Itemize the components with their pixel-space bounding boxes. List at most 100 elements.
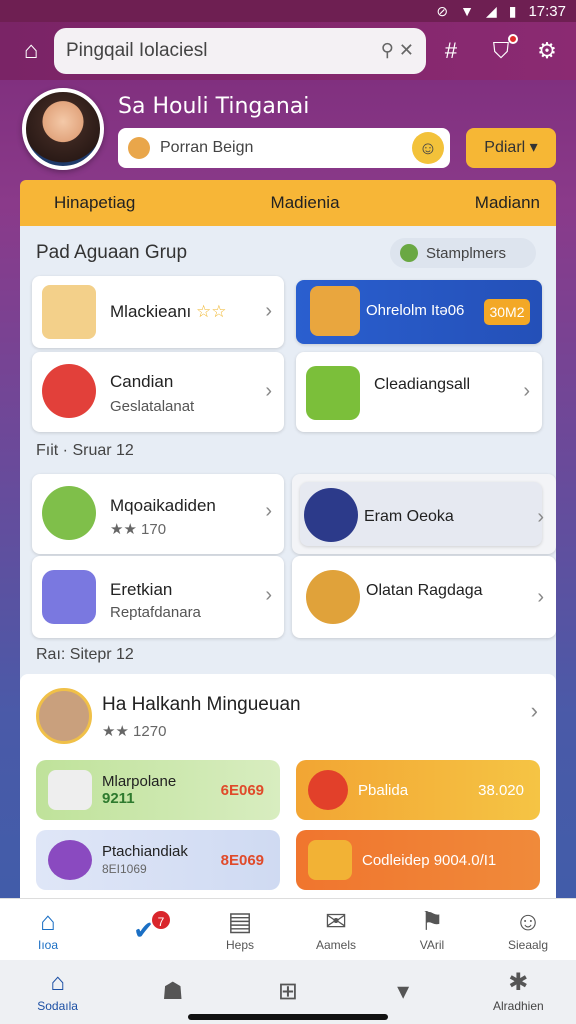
tab-2[interactable]: Madienia [271, 193, 340, 213]
chevron-right-icon: › [530, 698, 538, 723]
featured-subtitle: ★★ 1270 [102, 723, 167, 740]
tab-1[interactable]: Hinapetiag [54, 193, 135, 213]
dropdown-label: Pdiarl [484, 139, 526, 156]
list-item[interactable]: Eretkian Reptafdanara › [32, 556, 284, 638]
nav-item-mail[interactable]: ✉ Aamels [288, 906, 384, 954]
promo-title: Ptachiandiak 8EI1069 [102, 843, 188, 876]
bag-icon: ☗ [162, 978, 184, 1005]
promo-value: 38.020 [478, 781, 524, 799]
dice-icon [42, 570, 96, 624]
nav-item-profile[interactable]: ☺ Sieaalg [480, 906, 576, 954]
chevron-right-icon: › [537, 586, 544, 608]
card-title: Cleadiangsall [374, 376, 471, 393]
avatar[interactable] [22, 88, 104, 170]
list-item[interactable]: Candian Geslatalanat › [32, 352, 284, 432]
card-title: Mqoaikadiden [110, 496, 216, 515]
home-icon: ⌂ [50, 969, 65, 996]
battery-icon: ▮ [508, 2, 517, 19]
chevron-right-icon: › [265, 584, 272, 606]
promo-card[interactable]: Pbalida 38.020 [296, 760, 540, 820]
shield-icon: ⛉ [492, 38, 510, 63]
card-title: Eram Oeoka [364, 508, 454, 525]
wifi-icon: ▼ [460, 3, 474, 19]
promo-title: Mlarpolane 9211 [102, 773, 177, 807]
home-button[interactable]: ⌂ [16, 36, 46, 66]
promo-title: Pbalida [358, 781, 409, 799]
document-icon: ▤ [227, 905, 253, 936]
settings-button[interactable]: ⚙ [532, 36, 562, 66]
card-title: Olatan Ragdaga [366, 582, 483, 599]
plus-icon: ⊞ [277, 978, 299, 1005]
pill-label: Stamplmers [426, 244, 507, 262]
promo-value: 6E069 [220, 781, 264, 799]
nav-item-bookmark[interactable]: ⚑ VAril [384, 906, 480, 954]
section-title: Fıit · Sruar 12 [36, 442, 134, 459]
pot-icon [306, 570, 360, 624]
notification-dot [508, 34, 518, 44]
star-icon [304, 488, 358, 542]
card-subtitle: ★★ 170 [110, 521, 167, 538]
search-icon[interactable]: ⚲ [381, 40, 394, 60]
notification-off-icon: ⊘ [436, 2, 449, 19]
signal-icon: ◢ [485, 2, 497, 19]
grid-button[interactable]: # [436, 36, 466, 66]
sys-item-add[interactable]: ⊞ [238, 978, 338, 1006]
sys-item-bag[interactable]: ☗ [123, 978, 223, 1006]
sys-item-messages[interactable]: ▾ [353, 978, 453, 1006]
search-input[interactable]: Pingqail Iolaciesl ⚲ ✕ [54, 28, 426, 74]
featured-card[interactable]: Ha Halkanh Mingueuan ★★ 1270 › Mlarpolan… [20, 674, 556, 898]
top-bar: ⌂ Pingqail Iolaciesl ⚲ ✕ # ⛉ ⚙ [0, 22, 576, 80]
card-subtitle: Reptafdanara [110, 604, 201, 621]
chest-icon [308, 840, 352, 880]
list-item[interactable]: Cleadiangsall › [296, 352, 542, 432]
smiley-icon[interactable]: ☺ [412, 132, 444, 164]
chevron-right-icon: › [265, 500, 272, 522]
avatar [36, 688, 92, 744]
profile-dropdown[interactable]: Pdiarl ▾ [466, 128, 556, 168]
promo-card[interactable]: Mlarpolane 9211 6E069 [36, 760, 280, 820]
sys-item-settings[interactable]: ✱ Alradhien [468, 969, 568, 1015]
list-item[interactable]: Eram Oeoka › [292, 474, 556, 554]
sys-item-home[interactable]: ⌂ Sodaıla [8, 969, 108, 1015]
gift-icon [42, 364, 96, 418]
tab-bar: Hinapetiag Madienia Madiann [20, 180, 556, 226]
chevron-down-icon: ▾ [529, 139, 538, 156]
shield-button[interactable]: ⛉ [486, 34, 518, 66]
list-item[interactable]: Mqoaikadiden ★★ 170 › [32, 474, 284, 554]
chevron-right-icon: › [265, 380, 272, 402]
gift-icon [48, 840, 92, 880]
nav-item-badges[interactable]: ✔ 7 [96, 908, 192, 945]
list-item[interactable]: Olatan Ragdaga › [292, 556, 556, 638]
list-item[interactable]: Ohrelolm Itə06 30M2 [296, 280, 542, 344]
chevron-right-icon: › [537, 506, 544, 528]
card-title: Eretkian [110, 580, 173, 599]
promo-card[interactable]: Ptachiandiak 8EI1069 8E069 [36, 830, 280, 890]
hash-icon: # [444, 38, 458, 63]
gear-icon: ⚙ [537, 38, 557, 63]
nav-item-home[interactable]: ⌂ Iıoa [0, 906, 96, 954]
status-bar: ⊘ ▼ ◢ ▮ 17:37 [0, 0, 576, 22]
search-value: Pingqail Iolaciesl [66, 40, 208, 61]
main-content: Pad Aguaan Grup Stamplmers Mlackieanı ☆☆… [20, 226, 556, 898]
promo-card[interactable]: Codleidep 9004.0/I1 [296, 830, 540, 890]
card-title: Mlackieanı ☆☆ [110, 302, 227, 321]
featured-title: Ha Halkanh Mingueuan [102, 694, 301, 715]
promo-title: Codleidep 9004.0/I1 [362, 851, 497, 869]
card-title: Candian [110, 372, 174, 391]
home-indicator[interactable] [188, 1014, 388, 1020]
profile-field-value: Porran Beign [160, 139, 254, 156]
puzzle-icon [42, 285, 96, 339]
nav-item-docs[interactable]: ▤ Heps [192, 906, 288, 954]
user-icon: ☺ [514, 905, 542, 936]
profile-field[interactable]: Porran Beign ☺ [118, 128, 450, 168]
notification-count: 7 [150, 908, 172, 931]
section-title: Pad Aguaan Grup [36, 242, 188, 263]
chest-icon [310, 286, 360, 336]
list-item[interactable]: Mlackieanı ☆☆ › [32, 276, 284, 348]
tab-3[interactable]: Madiann [475, 193, 540, 213]
clear-icon[interactable]: ✕ [399, 40, 414, 60]
card-subtitle: Geslatalanat [110, 398, 195, 415]
filter-pill[interactable]: Stamplmers [390, 238, 536, 268]
cookie-icon [128, 137, 150, 159]
card-title: Ohrelolm Itə06 [366, 302, 465, 319]
